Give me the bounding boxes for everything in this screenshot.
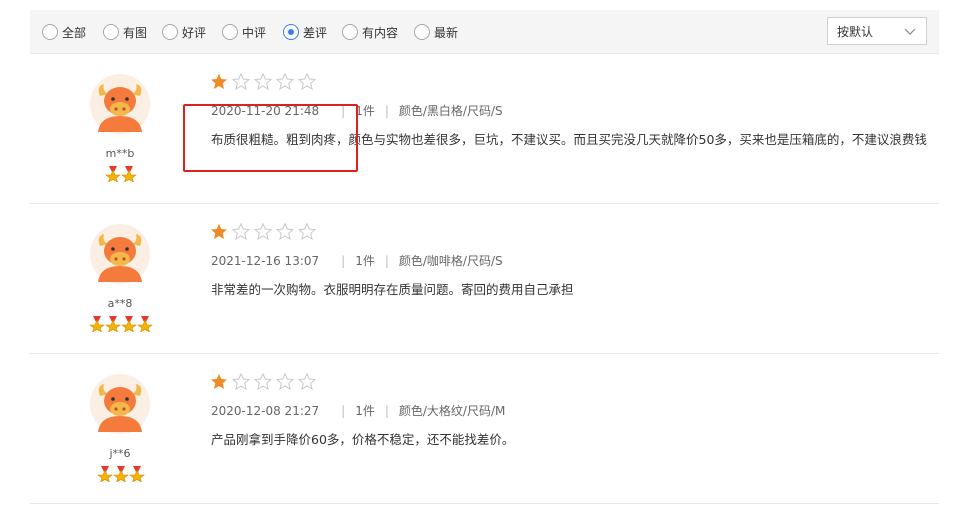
review-variant: 颜色/大格纹/尺码/M bbox=[398, 404, 506, 418]
filter-option-with-content[interactable]: 有内容 bbox=[342, 23, 398, 41]
avatar bbox=[90, 74, 150, 134]
review-filter-bar: 全部 有图 好评 中评 差评 有内容 最新 按默认 bbox=[30, 10, 939, 54]
review-item: j**6 2020-12-08 21:27 | 1件 | 颜色/大格纹/尺码/M… bbox=[30, 354, 939, 504]
filter-label-positive: 好评 bbox=[182, 25, 207, 40]
star-filled-icon bbox=[211, 73, 227, 89]
star-empty-icon bbox=[298, 73, 316, 90]
medal-icon bbox=[97, 466, 113, 482]
reviewer-medals bbox=[89, 316, 153, 332]
medal-icon bbox=[137, 316, 153, 332]
filter-label-neutral: 中评 bbox=[242, 25, 267, 40]
filter-option-positive[interactable]: 好评 bbox=[162, 23, 206, 41]
star-empty-icon bbox=[232, 373, 250, 390]
star-empty-icon bbox=[254, 223, 272, 240]
filter-option-latest[interactable]: 最新 bbox=[414, 23, 458, 41]
avatar bbox=[90, 224, 150, 284]
star-filled-icon bbox=[211, 373, 227, 389]
review-meta: 2020-11-20 21:48 | 1件 | 颜色/黑白格/尺码/S bbox=[211, 103, 503, 119]
star-empty-icon bbox=[298, 223, 316, 240]
filter-option-negative[interactable]: 差评 bbox=[283, 23, 327, 41]
star-empty-icon bbox=[232, 73, 250, 90]
review-variant: 颜色/黑白格/尺码/S bbox=[398, 104, 503, 118]
star-empty-icon bbox=[276, 73, 294, 90]
reviewer-username: a**8 bbox=[107, 297, 133, 310]
review-meta: 2021-12-16 13:07 | 1件 | 颜色/咖啡格/尺码/S bbox=[211, 253, 503, 269]
review-date: 2020-11-20 21:48 bbox=[211, 103, 320, 118]
reviewer-medals bbox=[105, 166, 137, 182]
rating-stars bbox=[210, 73, 316, 90]
star-filled-icon bbox=[211, 223, 227, 239]
filter-option-with-images[interactable]: 有图 bbox=[103, 23, 147, 41]
review-item: a**8 2021-12-16 13:07 | 1件 | 颜色/咖啡格/尺码/S bbox=[30, 204, 939, 354]
radio-with-images[interactable] bbox=[103, 24, 119, 40]
filter-label-negative: 差评 bbox=[303, 25, 328, 40]
filter-label-with-images: 有图 bbox=[123, 25, 148, 40]
reviewer-username: m**b bbox=[105, 147, 135, 160]
medal-icon bbox=[113, 466, 129, 482]
radio-positive[interactable] bbox=[162, 24, 178, 40]
review-content: 布质很粗糙。粗到肉疼，颜色与实物也差很多，巨坑，不建议买。而且买完没几天就降价5… bbox=[211, 132, 927, 147]
review-content: 非常差的一次购物。衣服明明存在质量问题。寄回的费用自己承担 bbox=[211, 282, 574, 297]
star-empty-icon bbox=[276, 223, 294, 240]
star-empty-icon bbox=[254, 373, 272, 390]
radio-neutral[interactable] bbox=[222, 24, 238, 40]
medal-icon bbox=[121, 166, 137, 182]
filter-label-with-content: 有内容 bbox=[362, 25, 399, 40]
avatar bbox=[90, 374, 150, 434]
reviewer-username: j**6 bbox=[109, 447, 131, 460]
medal-icon bbox=[105, 316, 121, 332]
rating-stars bbox=[210, 223, 316, 240]
filter-option-neutral[interactable]: 中评 bbox=[222, 23, 266, 41]
chevron-down-icon bbox=[904, 28, 916, 35]
review-item: m**b 2020-11-20 21:48 | 1件 | 颜色/黑白格/尺码/S… bbox=[30, 54, 939, 204]
radio-with-content[interactable] bbox=[342, 24, 358, 40]
medal-icon bbox=[89, 316, 105, 332]
star-empty-icon bbox=[276, 373, 294, 390]
star-empty-icon bbox=[254, 73, 272, 90]
star-empty-icon bbox=[298, 373, 316, 390]
radio-negative[interactable] bbox=[283, 24, 299, 40]
review-date: 2020-12-08 21:27 bbox=[211, 403, 320, 418]
star-empty-icon bbox=[232, 223, 250, 240]
review-meta: 2020-12-08 21:27 | 1件 | 颜色/大格纹/尺码/M bbox=[211, 403, 506, 419]
radio-latest[interactable] bbox=[414, 24, 430, 40]
review-content: 产品刚拿到手降价60多，价格不稳定，还不能找差价。 bbox=[211, 432, 515, 447]
review-variant: 颜色/咖啡格/尺码/S bbox=[398, 254, 503, 268]
review-quantity: 1件 bbox=[355, 104, 375, 118]
sort-dropdown[interactable]: 按默认 bbox=[827, 17, 927, 45]
filter-label-latest: 最新 bbox=[434, 25, 459, 40]
sort-dropdown-label: 按默认 bbox=[837, 24, 874, 39]
medal-icon bbox=[129, 466, 145, 482]
review-quantity: 1件 bbox=[355, 404, 375, 418]
review-date: 2021-12-16 13:07 bbox=[211, 253, 320, 268]
radio-all[interactable] bbox=[42, 24, 58, 40]
rating-stars bbox=[210, 373, 316, 390]
reviewer-medals bbox=[97, 466, 145, 482]
filter-label-all: 全部 bbox=[62, 25, 87, 40]
review-quantity: 1件 bbox=[355, 254, 375, 268]
medal-icon bbox=[121, 316, 137, 332]
filter-option-all[interactable]: 全部 bbox=[42, 23, 86, 41]
medal-icon bbox=[105, 166, 121, 182]
